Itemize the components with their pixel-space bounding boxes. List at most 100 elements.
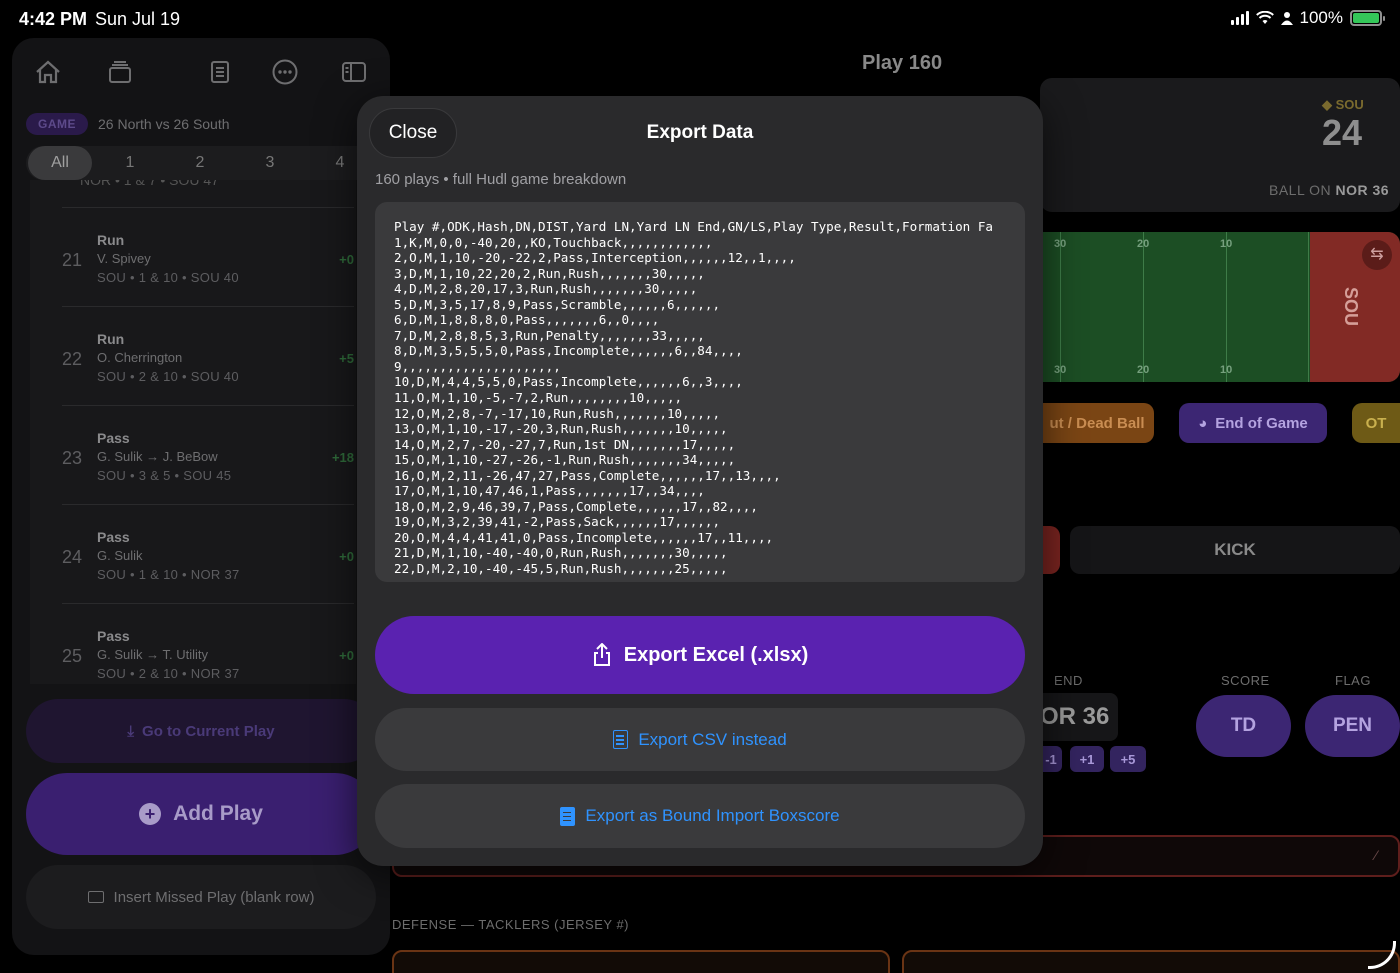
play-number: 24 bbox=[62, 547, 83, 567]
play-gain: +5 bbox=[339, 351, 354, 366]
increment-1-button[interactable]: +1 bbox=[1070, 746, 1104, 772]
touchdown-button[interactable]: TD bbox=[1196, 695, 1291, 757]
tackler-field[interactable] bbox=[902, 950, 1400, 973]
quarter-tab-3[interactable]: 3 bbox=[250, 146, 290, 180]
quarter-tab-2[interactable]: 2 bbox=[180, 146, 220, 180]
export-csv-label: Export CSV instead bbox=[638, 729, 787, 749]
play-player: O. Cherrington bbox=[97, 350, 183, 365]
csv-line: 13,O,M,1,10,-17,-20,3,Run,Rush,,,,,,,10,… bbox=[394, 421, 728, 437]
csv-line: 1,K,M,0,0,-40,20,,KO,Touchback,,,,,,,,,,… bbox=[394, 234, 713, 250]
quarter-tab-1[interactable]: 1 bbox=[110, 146, 150, 180]
play-title: Play 160 bbox=[862, 52, 943, 74]
wifi-icon bbox=[1255, 11, 1274, 24]
play-gain: +0 bbox=[339, 648, 354, 663]
blank-row-icon bbox=[87, 891, 104, 903]
yard-number: 10 bbox=[1220, 364, 1233, 376]
csv-line: 22,D,M,2,10,-40,-45,5,Run,Rush,,,,,,,25,… bbox=[394, 561, 728, 577]
play-meta: SOU • 1 & 10 • NOR 37 bbox=[97, 567, 240, 582]
export-csv-button[interactable]: Export CSV instead bbox=[375, 708, 1025, 771]
end-of-game-label: End of Game bbox=[1215, 414, 1308, 432]
play-meta: SOU • 2 & 10 • NOR 37 bbox=[97, 666, 240, 681]
play-number: 22 bbox=[62, 349, 83, 369]
play-row[interactable]: 24 Pass G. Sulik SOU • 1 & 10 • NOR 37 +… bbox=[62, 504, 354, 603]
export-boxscore-label: Export as Bound Import Boxscore bbox=[585, 806, 840, 825]
csv-line: 9,,,,,,,,,,,,,,,,,,,,, bbox=[394, 358, 561, 374]
person-icon bbox=[1280, 12, 1293, 25]
yard-number: 20 bbox=[1137, 364, 1150, 376]
dead-ball-button[interactable]: ut / Dead Ball bbox=[1040, 403, 1154, 443]
arrow-down-icon: ⤓ bbox=[127, 722, 135, 740]
quarter-filter: All 1 2 3 4 bbox=[26, 146, 390, 180]
csv-line: 4,D,M,2,8,20,17,3,Run,Rush,,,,,,,30,,,,, bbox=[394, 281, 698, 297]
export-excel-label: Export Excel (.xlsx) bbox=[623, 643, 809, 666]
play-meta: NOR • 1 & 7 • SOU 47 bbox=[80, 180, 219, 188]
tackler-field[interactable] bbox=[392, 950, 890, 973]
play-row[interactable]: 22 Run O. Cherrington SOU • 2 & 10 • SOU… bbox=[62, 306, 354, 405]
play-type-button[interactable] bbox=[1040, 526, 1060, 574]
document-icon bbox=[613, 730, 629, 749]
csv-line: 5,D,M,3,5,17,8,9,Pass,Scramble,,,,,,6,,,… bbox=[394, 296, 721, 312]
insert-missed-play-button[interactable]: Insert Missed Play (blank row) bbox=[26, 865, 376, 929]
status-time: 4:42 PM bbox=[19, 9, 88, 29]
sidebar-toolbar bbox=[12, 52, 390, 92]
yard-number: 30 bbox=[1054, 238, 1067, 250]
play-type: Run bbox=[97, 331, 125, 347]
play-number: 21 bbox=[62, 250, 83, 270]
cellular-signal-icon bbox=[1230, 11, 1249, 25]
swap-direction-icon[interactable]: ⇆ bbox=[1362, 240, 1392, 270]
kick-button[interactable]: KICK bbox=[1070, 526, 1400, 574]
quarter-tab-4[interactable]: 4 bbox=[320, 146, 360, 180]
document-filled-icon bbox=[560, 806, 576, 826]
pencil-icon: ⁄ bbox=[1375, 847, 1378, 863]
flag-label: FLAG bbox=[1335, 673, 1371, 688]
csv-line: 14,O,M,2,7,-20,-27,7,Run,1st DN,,,,,,,17… bbox=[394, 436, 736, 452]
export-excel-button[interactable]: Export Excel (.xlsx) bbox=[375, 616, 1025, 694]
csv-line: 2,O,M,1,10,-20,-22,2,Pass,Interception,,… bbox=[394, 250, 796, 266]
end-yard-field[interactable]: OR 36 bbox=[1040, 693, 1118, 741]
play-meta: SOU • 1 & 10 • SOU 40 bbox=[97, 270, 239, 285]
play-row[interactable]: 23 Pass G. Sulik → J. BeBow SOU • 3 & 5 … bbox=[62, 405, 354, 504]
csv-line: Play #,ODK,Hash,DN,DIST,Yard LN,Yard LN … bbox=[394, 219, 993, 234]
play-meta: SOU • 2 & 10 • SOU 40 bbox=[97, 369, 239, 384]
play-gain: +0 bbox=[339, 252, 354, 267]
play-player: V. Spivey bbox=[97, 251, 151, 266]
export-boxscore-button[interactable]: Export as Bound Import Boxscore bbox=[375, 784, 1025, 848]
play-row[interactable]: 21 Run V. Spivey SOU • 1 & 10 • SOU 40 +… bbox=[62, 207, 354, 306]
quarter-tab-all[interactable]: All bbox=[28, 146, 92, 180]
football-field[interactable]: 30 20 10 30 20 10 SOU bbox=[1040, 232, 1400, 382]
yard-number: 10 bbox=[1220, 238, 1233, 250]
go-to-current-play-button[interactable]: ⤓ Go to Current Play bbox=[26, 699, 376, 763]
csv-line: 3,D,M,1,10,22,20,2,Run,Rush,,,,,,,30,,,,… bbox=[394, 265, 705, 281]
document-icon[interactable] bbox=[200, 52, 240, 92]
play-player: G. Sulik → T. Utility bbox=[97, 647, 209, 662]
penalty-button[interactable]: PEN bbox=[1305, 695, 1400, 757]
add-play-label: Add Play bbox=[173, 802, 263, 825]
csv-line: 7,D,M,2,8,8,5,3,Run,Penalty,,,,,,,33,,,,… bbox=[394, 327, 705, 343]
insert-missed-play-label: Insert Missed Play (blank row) bbox=[113, 888, 315, 906]
play-row[interactable]: 25 Pass G. Sulik → T. Utility SOU • 2 & … bbox=[62, 603, 354, 684]
status-indicators: 100% bbox=[1230, 8, 1385, 28]
increment-5-button[interactable]: +5 bbox=[1110, 746, 1146, 772]
home-icon[interactable] bbox=[28, 52, 68, 92]
team-label: ◆ SOU bbox=[1322, 97, 1364, 112]
csv-line: 6,D,M,1,8,8,8,0,Pass,,,,,,,6,,0,,,, bbox=[394, 312, 660, 328]
more-options-icon[interactable] bbox=[265, 52, 305, 92]
csv-line: 15,O,M,1,10,-27,-26,-1,Run,Rush,,,,,,,34… bbox=[394, 452, 736, 468]
play-type: Pass bbox=[97, 628, 130, 644]
play-list: NOR • 1 & 7 • SOU 47 21 Run V. Spivey SO… bbox=[30, 180, 356, 684]
sidebar-toggle-icon[interactable] bbox=[334, 52, 374, 92]
go-to-current-play-label: Go to Current Play bbox=[142, 722, 275, 740]
endzone-label: SOU bbox=[1340, 286, 1361, 327]
play-gain: +0 bbox=[339, 549, 354, 564]
end-of-game-button[interactable]: ◕ End of Game bbox=[1179, 403, 1327, 443]
csv-line: 10,D,M,4,4,5,5,0,Pass,Incomplete,,,,,,6,… bbox=[394, 374, 743, 390]
yard-number: 20 bbox=[1137, 238, 1150, 250]
overtime-button[interactable]: OT bbox=[1352, 403, 1400, 443]
add-play-button[interactable]: + Add Play bbox=[26, 773, 376, 855]
decrement-button[interactable]: -1 bbox=[1040, 746, 1062, 772]
csv-preview[interactable]: Play #,ODK,Hash,DN,DIST,Yard LN,Yard LN … bbox=[375, 202, 1025, 582]
end-label: END bbox=[1054, 673, 1083, 688]
status-bar: 4:42 PM Sun Jul 19 100% bbox=[0, 0, 1400, 38]
stack-icon[interactable] bbox=[100, 52, 140, 92]
ball-on-indicator: BALL ON NOR 36 bbox=[1269, 182, 1390, 198]
